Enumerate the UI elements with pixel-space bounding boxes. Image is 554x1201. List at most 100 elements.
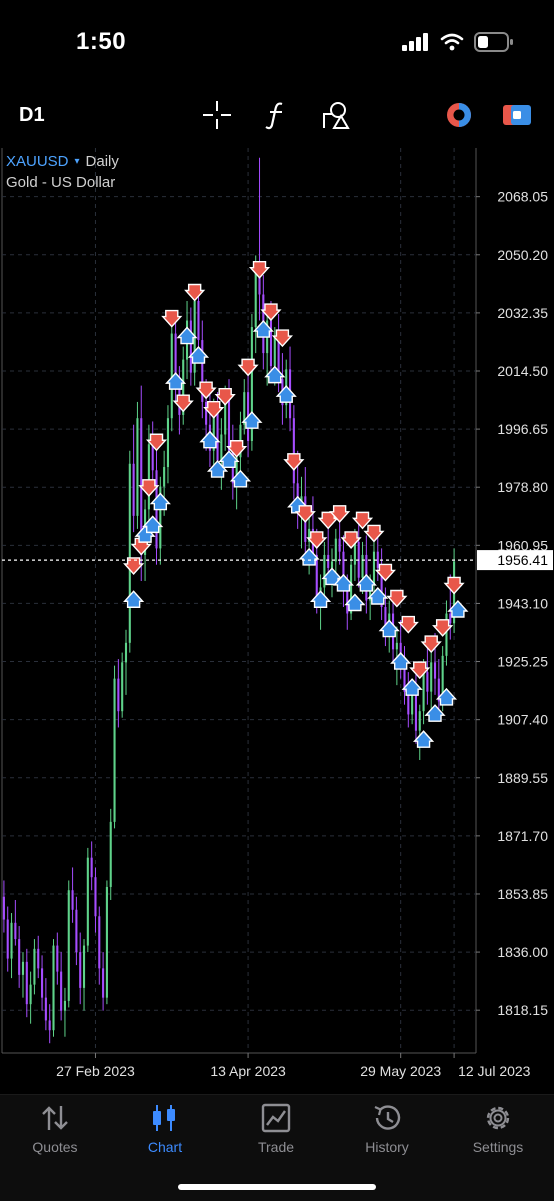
- sell-signal-arrow: [397, 615, 419, 634]
- candle-body: [98, 916, 101, 969]
- candle-body: [433, 662, 437, 679]
- candle-body: [197, 301, 200, 341]
- candle-body: [71, 890, 74, 910]
- buy-signal-arrow: [412, 730, 435, 748]
- candle-body: [41, 968, 44, 998]
- candle-body: [361, 554, 364, 578]
- candle-body: [33, 948, 36, 985]
- sell-signal-arrow: [294, 505, 316, 523]
- y-tick-label: 2068.05: [497, 189, 548, 205]
- y-tick-label: 1925.25: [497, 654, 548, 670]
- buy-signal-arrow: [187, 346, 210, 364]
- current-price-label: 1956.41: [497, 552, 548, 568]
- indicators-button[interactable]: [260, 98, 294, 132]
- sell-signal-arrow: [386, 589, 408, 608]
- y-tick-label: 1978.80: [497, 479, 548, 495]
- sell-signal-arrow: [161, 309, 183, 328]
- chart-area[interactable]: 2068.05 2050.20 2032.35 2014.50 1996.65 1978.…: [0, 148, 554, 1093]
- y-tick-label: 1818.15: [497, 1002, 548, 1018]
- buy-signal-arrow: [123, 590, 145, 608]
- candle-body: [449, 613, 452, 624]
- wifi-icon: [440, 33, 464, 51]
- tab-quotes[interactable]: Quotes: [0, 1095, 110, 1165]
- objects-button[interactable]: [319, 98, 353, 132]
- candle-body: [75, 909, 78, 953]
- cellular-signal-icon: [402, 33, 428, 51]
- y-tick-label: 2014.50: [497, 363, 548, 379]
- sell-signal-arrow: [432, 619, 454, 637]
- candle-body: [109, 821, 112, 887]
- buy-signal-arrow: [241, 411, 263, 429]
- history-clock-icon: [374, 1105, 401, 1130]
- sell-signal-arrow: [420, 635, 442, 654]
- x-tick-label: 27 Feb 2023: [56, 1063, 135, 1079]
- tab-settings[interactable]: Settings: [443, 1095, 553, 1165]
- y-tick-label: 2032.35: [497, 305, 548, 321]
- candle-body: [166, 418, 170, 468]
- tab-history-label: History: [365, 1139, 409, 1155]
- candle-body: [14, 922, 17, 940]
- candle-body: [124, 642, 128, 663]
- trade-chart-icon: [261, 1103, 291, 1133]
- candle-body: [113, 678, 116, 822]
- buy-signal-arrow: [298, 547, 320, 566]
- sell-signal-arrow: [138, 479, 160, 497]
- sell-signal-arrow: [203, 400, 225, 419]
- symbol-dropdown-icon[interactable]: ▾: [75, 156, 80, 167]
- symbol-name[interactable]: XAUUSD: [6, 153, 69, 170]
- y-tick-label: 1943.10: [497, 595, 548, 611]
- symbol-timeframe: Daily: [85, 153, 119, 170]
- candle-body: [220, 434, 223, 461]
- buy-signal-arrow: [252, 320, 274, 338]
- symbol-description: Gold - US Dollar: [6, 174, 116, 191]
- buy-signal-arrow: [165, 372, 187, 390]
- crosshair-button[interactable]: [200, 98, 234, 132]
- tab-bar: Quotes Chart Trade History Settings: [0, 1094, 554, 1201]
- candle-body: [418, 711, 421, 731]
- candle-body: [334, 538, 337, 562]
- candle-body: [90, 857, 93, 878]
- candle-body: [163, 467, 166, 487]
- timeframe-button[interactable]: D1: [19, 104, 45, 127]
- x-tick-label: 12 Jul 2023: [458, 1063, 531, 1079]
- tab-chart-label: Chart: [147, 1139, 183, 1155]
- symbol-header[interactable]: XAUUSD ▾ Daily: [6, 153, 119, 170]
- candle-body: [56, 945, 59, 972]
- candle-body: [132, 463, 135, 516]
- tab-chart[interactable]: Chart: [110, 1095, 220, 1165]
- candle-body: [292, 418, 295, 484]
- sell-signal-arrow: [248, 261, 271, 279]
- buy-signal-arrow: [229, 469, 252, 488]
- buy-signal-arrow: [264, 365, 286, 384]
- candle-body: [21, 961, 25, 975]
- buy-signal-arrow: [176, 326, 198, 345]
- tab-trade[interactable]: Trade: [221, 1095, 331, 1165]
- status-icons: [402, 32, 514, 52]
- sell-signal-arrow: [409, 661, 431, 680]
- candle-body: [105, 886, 108, 998]
- chart-candles-icon: [153, 1105, 175, 1131]
- sell-signal-arrow: [145, 433, 168, 452]
- candle-body: [323, 554, 326, 588]
- candle-body: [269, 320, 273, 367]
- x-tick-label: 13 Apr 2023: [210, 1063, 286, 1079]
- candle-body: [52, 945, 55, 1031]
- sell-signal-arrow: [271, 329, 293, 348]
- trade-toggle-button[interactable]: [500, 98, 534, 132]
- candle-body: [422, 672, 425, 712]
- candle-body: [37, 948, 40, 969]
- price-chart[interactable]: 2068.05 2050.20 2032.35 2014.50 1996.65 1978.…: [0, 148, 554, 1093]
- x-tick-label: 29 May 2023: [360, 1063, 441, 1079]
- color-theme-button[interactable]: [442, 98, 476, 132]
- candle-body: [136, 418, 139, 516]
- sell-signal-arrow: [123, 557, 145, 575]
- tab-history[interactable]: History: [332, 1095, 442, 1165]
- buy-signal-arrow: [344, 593, 366, 612]
- buy-signal-arrow: [435, 687, 458, 706]
- candle-body: [189, 320, 192, 373]
- color-theme-icon: [447, 103, 471, 127]
- sell-signal-arrow: [260, 303, 282, 322]
- settings-gear-icon: [486, 1106, 510, 1130]
- y-tick-label: 1853.85: [497, 886, 548, 902]
- candle-body: [10, 922, 13, 959]
